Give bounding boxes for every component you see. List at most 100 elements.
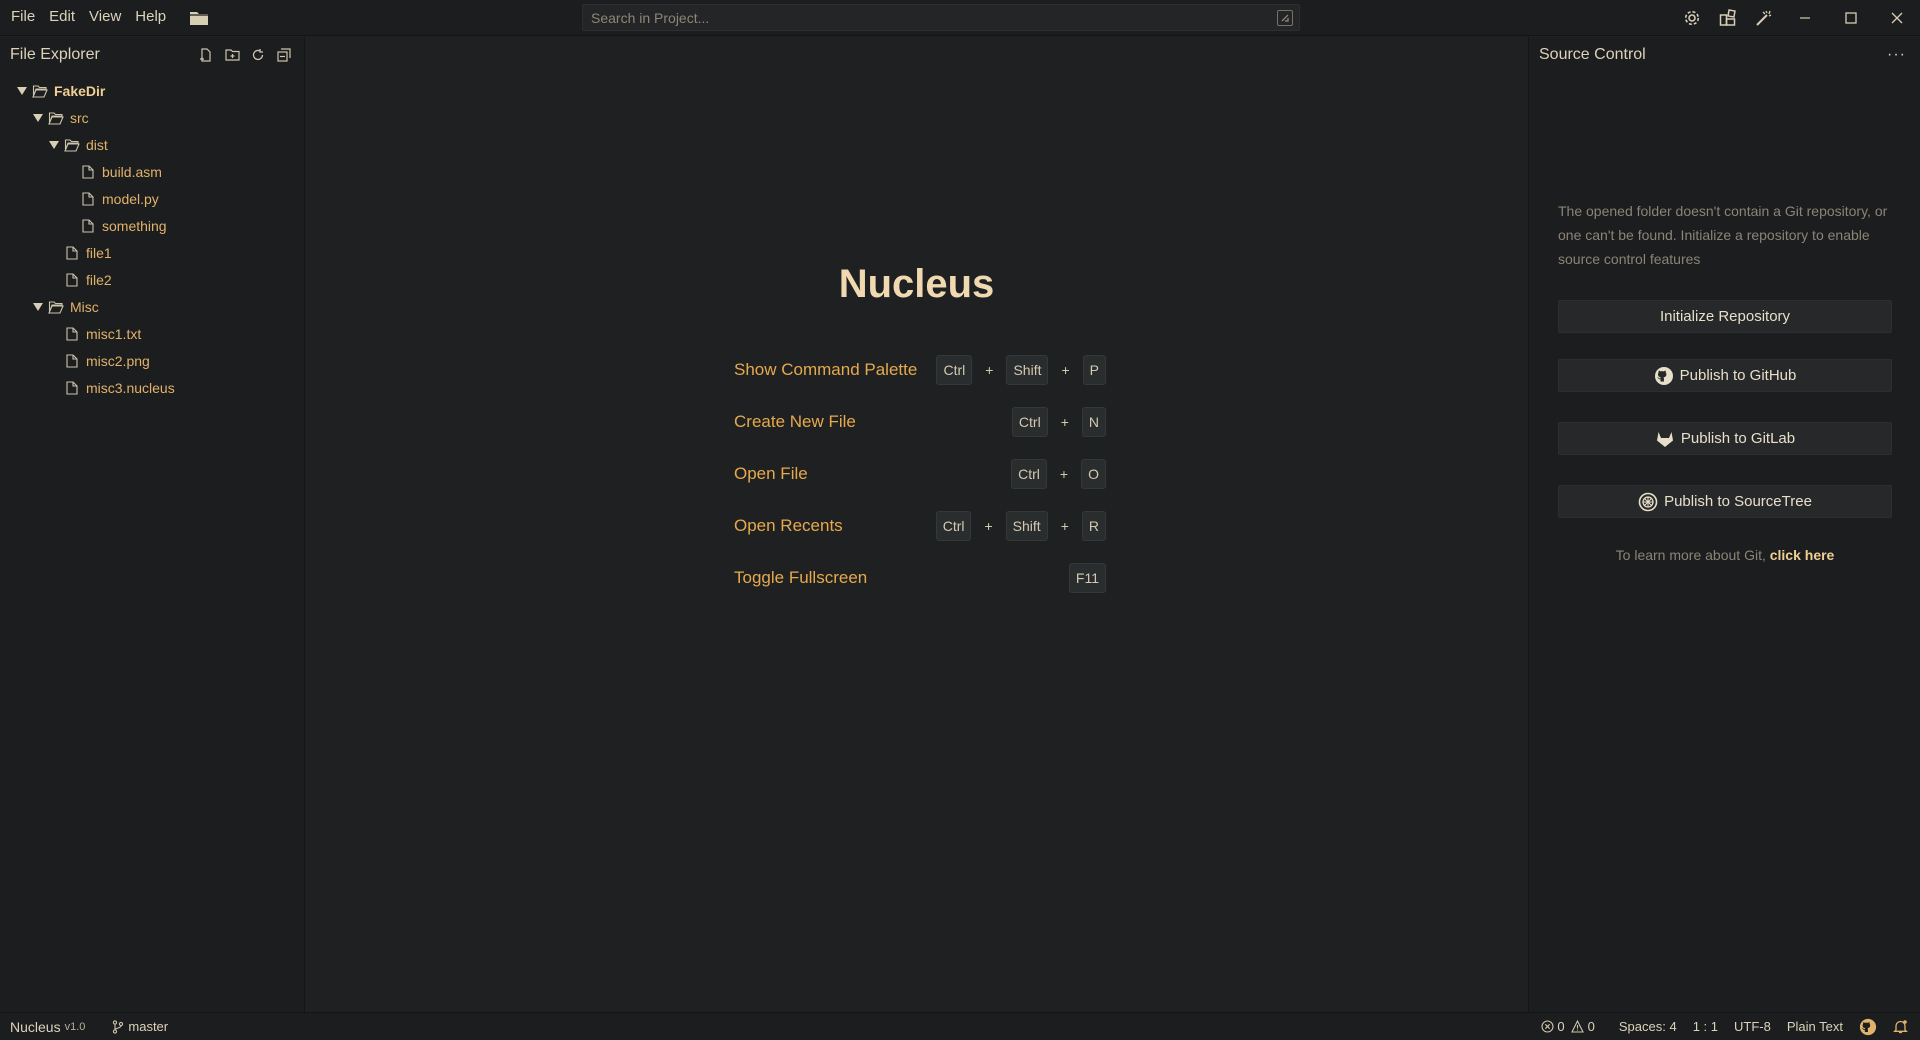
new-file-icon[interactable] [196,45,216,65]
status-problems[interactable]: 0 0 [1532,1013,1602,1040]
layout-button[interactable] [1710,0,1746,36]
shortcut-new-file[interactable]: Create New File Ctrl + N [734,404,1106,440]
file-icon [64,353,80,369]
maximize-button[interactable] [1828,0,1874,36]
shortcut-label[interactable]: Open Recents [734,516,843,536]
menu-edit[interactable]: Edit [42,0,82,36]
publish-github-button[interactable]: Publish to GitHub [1558,359,1892,392]
expand-arrow-icon[interactable] [32,301,44,313]
tree-file-model-py[interactable]: model.py [0,185,304,212]
welcome-title: Nucleus [838,262,995,306]
project-search[interactable]: Search in Project... [582,4,1300,31]
tree-file-file2[interactable]: file2 [0,266,304,293]
refresh-icon[interactable] [248,45,268,65]
publish-gitlab-button[interactable]: Publish to GitLab [1558,422,1892,455]
shortcut-label[interactable]: Create New File [734,412,856,432]
tree-file-something[interactable]: something [0,212,304,239]
tree-file-misc1-txt[interactable]: misc1.txt [0,320,304,347]
tree-label: Misc [70,298,99,315]
status-indentation[interactable]: Spaces: 4 [1611,1013,1685,1040]
shortcut-label[interactable]: Open File [734,464,808,484]
expand-arrow-icon[interactable] [32,112,44,124]
bell-icon [1893,1019,1908,1034]
key-cap: Ctrl [935,511,972,541]
tree-folder-fakedir[interactable]: FakeDir [0,77,304,104]
source-control-panel: Source Control ··· The opened folder doe… [1528,37,1920,1012]
tools-button[interactable] [1746,0,1782,36]
status-app-name: Nucleus [10,1018,61,1035]
shortcut-keys: F11 [1068,563,1106,593]
key-cap: Ctrl [1011,407,1048,437]
learn-more-text: To learn more about Git, click here [1558,547,1892,563]
key-plus: + [1061,362,1070,378]
status-github-button[interactable] [1851,1013,1885,1040]
status-encoding[interactable]: UTF-8 [1726,1013,1779,1040]
shortcut-toggle-fullscreen[interactable]: Toggle Fullscreen F11 [734,560,1106,596]
shortcut-label[interactable]: Toggle Fullscreen [734,568,867,588]
tree-label: file1 [86,244,112,261]
status-cursor-position[interactable]: 1 : 1 [1685,1013,1726,1040]
menu-help[interactable]: Help [128,0,173,36]
search-input[interactable]: Search in Project... [591,10,709,26]
status-language[interactable]: Plain Text [1779,1013,1851,1040]
status-notifications-button[interactable] [1885,1013,1920,1040]
minimize-icon [1799,12,1811,24]
learn-more-link[interactable]: click here [1770,547,1835,563]
shortcut-open-file[interactable]: Open File Ctrl + O [734,456,1106,492]
tree-label: misc3.nucleus [86,379,175,396]
layout-icon [1719,9,1737,27]
tree-label: dist [86,136,108,153]
file-icon [64,326,80,342]
expand-arrow-icon[interactable] [48,139,60,151]
tree-file-misc3-nucleus[interactable]: misc3.nucleus [0,374,304,401]
new-folder-icon[interactable] [222,45,242,65]
settings-button[interactable] [1674,0,1710,36]
more-options-button[interactable]: ··· [1887,46,1906,64]
folder-open-icon [48,110,64,126]
status-app-version: v1.0 [64,1020,86,1033]
search-options-icon[interactable] [1277,9,1293,26]
tree-folder-misc[interactable]: Misc [0,293,304,320]
close-icon [1891,12,1903,24]
key-cap: O [1081,459,1106,489]
tree-label: model.py [102,190,159,207]
tree-folder-dist[interactable]: dist [0,131,304,158]
warning-icon [1571,1020,1585,1034]
shortcut-label[interactable]: Show Command Palette [734,360,917,380]
status-branch[interactable]: master [103,1013,176,1040]
shortcut-open-recents[interactable]: Open Recents Ctrl + Shift + R [734,508,1106,544]
file-icon [80,164,96,180]
title-bar: File Edit View Help Search in Project... [0,0,1920,36]
tree-label: file2 [86,271,112,288]
tree-file-build-asm[interactable]: build.asm [0,158,304,185]
gear-icon [1683,9,1701,27]
status-bar: Nucleus v1.0 master 0 0 Spaces: 4 1 : 1 … [0,1012,1920,1040]
menu-view[interactable]: View [82,0,128,36]
initialize-repository-button[interactable]: Initialize Repository [1558,300,1892,333]
minimize-button[interactable] [1782,0,1828,36]
shortcut-command-palette[interactable]: Show Command Palette Ctrl + Shift + P [734,352,1106,388]
shortcut-keys: Ctrl + Shift + R [935,511,1106,541]
expand-arrow-icon[interactable] [16,85,28,97]
open-folder-button[interactable] [185,4,213,32]
collapse-all-icon[interactable] [274,45,294,65]
file-icon [64,245,80,261]
button-label: Publish to SourceTree [1664,493,1812,510]
menu-file[interactable]: File [4,0,42,36]
key-cap: Shift [1006,355,1049,385]
status-app-info[interactable]: Nucleus v1.0 [0,1013,93,1040]
menu-bar: File Edit View Help [0,0,213,36]
key-cap: P [1082,355,1106,385]
key-plus: + [985,362,994,378]
tree-folder-src[interactable]: src [0,104,304,131]
github-icon [1654,366,1674,386]
key-plus: + [1059,466,1069,482]
button-label: Initialize Repository [1659,308,1791,325]
tree-file-misc2-png[interactable]: misc2.png [0,347,304,374]
button-label: Publish to GitLab [1680,430,1796,447]
publish-sourcetree-button[interactable]: Publish to SourceTree [1558,485,1892,518]
tree-label: build.asm [102,163,162,180]
tree-label: misc2.png [86,352,150,369]
close-button[interactable] [1874,0,1920,36]
tree-file-file1[interactable]: file1 [0,239,304,266]
